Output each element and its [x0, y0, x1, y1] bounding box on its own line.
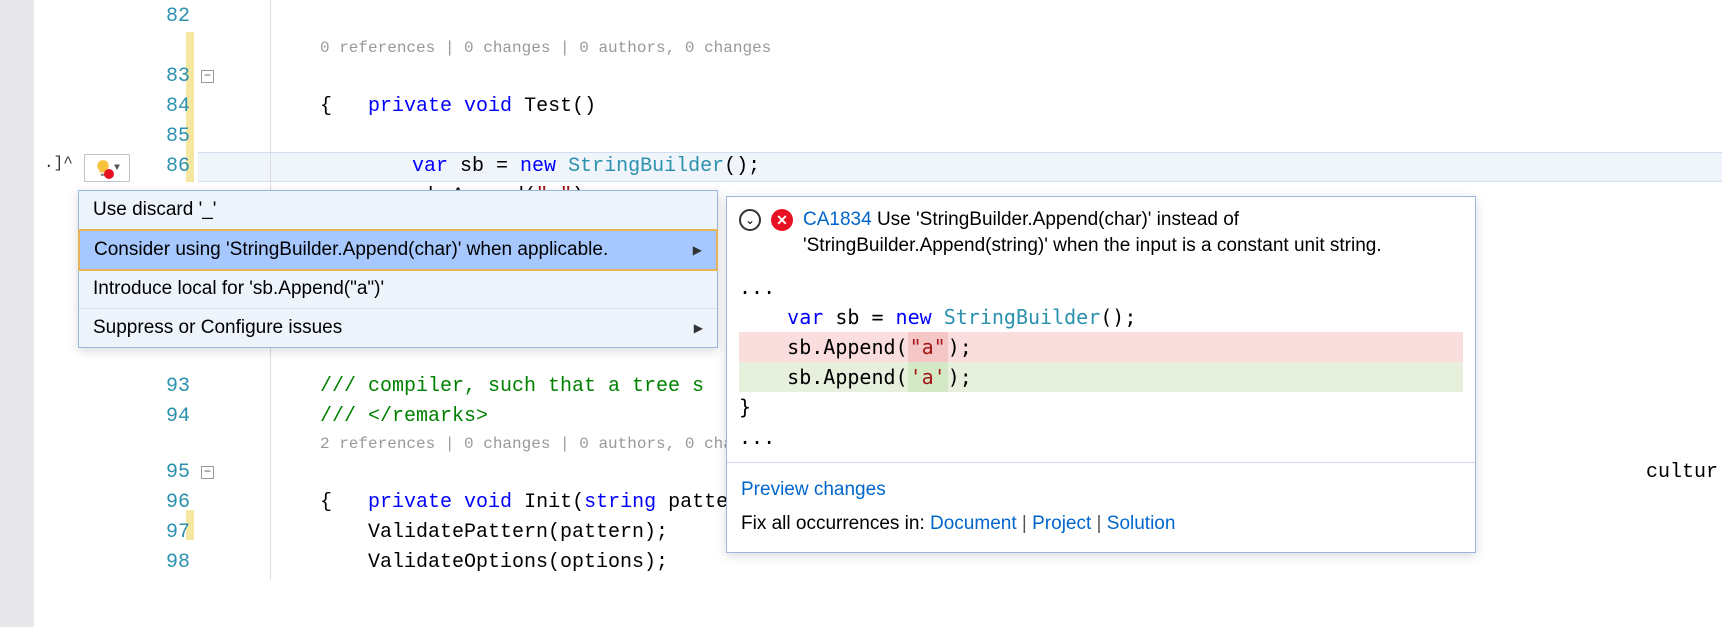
chevron-down-icon: ▼ — [114, 163, 120, 174]
codelens-info[interactable]: 2 references | 0 changes | 0 authors, 0 … — [230, 432, 771, 456]
chevron-right-icon: ▶ — [694, 321, 703, 335]
qa-item-introduce-local[interactable]: Introduce local for 'sb.Append("a")' — [79, 270, 717, 309]
error-icon: ✕ — [771, 209, 793, 231]
preview-changes-link[interactable]: Preview changes — [741, 479, 886, 500]
fix-preview-flyout: ⌄ ✕ CA1834 Use 'StringBuilder.Append(cha… — [726, 196, 1476, 553]
diff-preview: ... var sb = new StringBuilder(); sb.App… — [727, 268, 1475, 463]
chevron-right-icon: ▶ — [693, 243, 702, 257]
error-badge-icon — [104, 169, 114, 179]
lightbulb-icon — [94, 159, 112, 177]
qa-item-suppress[interactable]: Suppress or Configure issues ▶ — [79, 309, 717, 347]
qa-item-use-discard[interactable]: Use discard '_' — [79, 191, 717, 230]
fix-all-project[interactable]: Project — [1032, 513, 1091, 534]
fix-all-document[interactable]: Document — [930, 513, 1017, 534]
qa-item-append-char[interactable]: Consider using 'StringBuilder.Append(cha… — [78, 229, 718, 271]
expand-toggle[interactable]: ⌄ — [739, 209, 761, 231]
fix-all-solution[interactable]: Solution — [1107, 513, 1176, 534]
fix-all-label: Fix all occurrences in: — [741, 513, 930, 534]
quick-actions-bulb[interactable]: ▼ — [84, 154, 130, 182]
quick-actions-menu: Use discard '_' Consider using 'StringBu… — [78, 190, 718, 348]
fold-toggle[interactable]: − — [201, 466, 214, 479]
codelens-info[interactable]: 0 references | 0 changes | 0 authors, 0 … — [230, 36, 771, 60]
doc-map-margin — [0, 0, 34, 627]
margin-glyph: .]^ — [44, 154, 73, 172]
rule-description: CA1834 Use 'StringBuilder.Append(char)' … — [803, 207, 1463, 258]
fold-toggle[interactable]: − — [201, 70, 214, 83]
